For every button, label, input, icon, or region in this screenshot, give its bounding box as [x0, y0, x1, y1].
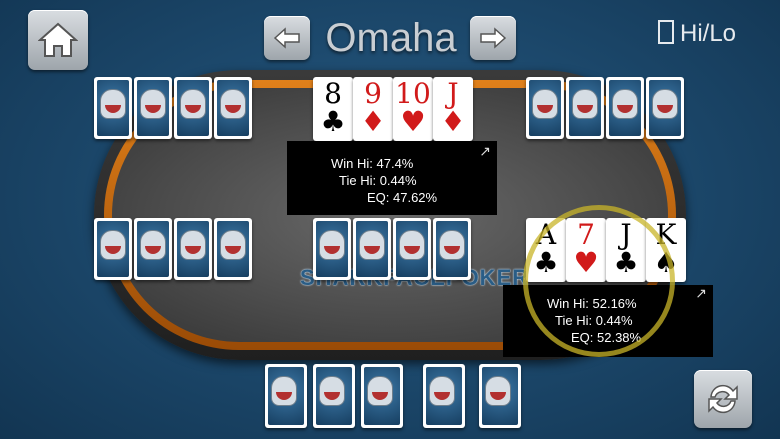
expand-arrow-icon[interactable]: ↗ [479, 143, 491, 160]
game-title: Omaha [325, 16, 457, 60]
card-suit: ♦ [440, 105, 466, 138]
card-back[interactable] [134, 77, 172, 139]
board-card-back[interactable] [433, 218, 471, 280]
deck-card-back[interactable] [313, 364, 355, 428]
card-back[interactable] [94, 77, 132, 139]
card-back[interactable] [214, 218, 252, 280]
top-hand-odds: Win Hi: 47.4% Tie Hi: 0.44% EQ: 47.62% ↗ [287, 141, 497, 215]
card-back[interactable] [646, 77, 684, 139]
deck-card-back[interactable] [423, 364, 465, 428]
arrow-left-icon [273, 27, 300, 49]
card-back[interactable] [174, 77, 212, 139]
win-hi-text: Win Hi: 47.4% [331, 156, 414, 171]
shark-icon [220, 230, 246, 260]
shark-icon [319, 230, 345, 260]
card-suit: ♣ [320, 105, 346, 138]
expand-arrow-icon[interactable]: ↗ [695, 285, 707, 302]
shark-icon [180, 89, 206, 119]
shark-icon [140, 230, 166, 260]
shark-icon [652, 89, 678, 119]
shark-icon [220, 89, 246, 119]
card-suit: ♦ [360, 105, 386, 138]
top-hand-card[interactable]: 10 ♥ [393, 77, 433, 141]
board-card-back[interactable] [313, 218, 351, 280]
card-back[interactable] [94, 218, 132, 280]
home-button[interactable] [28, 10, 88, 70]
next-game-button[interactable] [470, 16, 516, 60]
shark-icon [429, 376, 455, 406]
deck-card-back[interactable] [479, 364, 521, 428]
shark-icon [485, 376, 511, 406]
shark-icon [180, 230, 206, 260]
card-back[interactable] [134, 218, 172, 280]
deck-card-back[interactable] [361, 364, 403, 428]
card-suit: ♥ [400, 105, 426, 138]
shark-icon [399, 230, 425, 260]
shark-icon [100, 230, 126, 260]
top-hand-card[interactable]: 9 ♦ [353, 77, 393, 141]
top-hand-card[interactable]: J ♦ [433, 77, 473, 141]
card-back[interactable] [526, 77, 564, 139]
home-icon [38, 22, 78, 57]
tie-hi-text: Tie Hi: 0.44% [339, 173, 417, 188]
shark-icon [100, 89, 126, 119]
arrow-right-icon [480, 27, 507, 49]
board-card-back[interactable] [393, 218, 431, 280]
shark-icon [439, 230, 465, 260]
refresh-button[interactable] [694, 370, 752, 428]
card-back[interactable] [566, 77, 604, 139]
hilo-checkbox[interactable] [658, 20, 674, 44]
shark-icon [532, 89, 558, 119]
card-back[interactable] [174, 218, 212, 280]
board-card-back[interactable] [353, 218, 391, 280]
selected-hand-highlight [523, 205, 675, 357]
deck-card-back[interactable] [265, 364, 307, 428]
card-back[interactable] [214, 77, 252, 139]
shark-icon [572, 89, 598, 119]
shark-icon [367, 376, 393, 406]
card-back[interactable] [606, 77, 644, 139]
refresh-icon [708, 384, 738, 414]
eq-text: EQ: 47.62% [367, 190, 438, 205]
top-hand-card[interactable]: 8 ♣ [313, 77, 353, 141]
shark-icon [359, 230, 385, 260]
hilo-label: Hi/Lo [680, 20, 737, 47]
shark-icon [319, 376, 345, 406]
shark-icon [140, 89, 166, 119]
shark-icon [612, 89, 638, 119]
shark-icon [271, 376, 297, 406]
prev-game-button[interactable] [264, 16, 310, 60]
hilo-toggle[interactable]: Hi/Lo [658, 20, 736, 48]
